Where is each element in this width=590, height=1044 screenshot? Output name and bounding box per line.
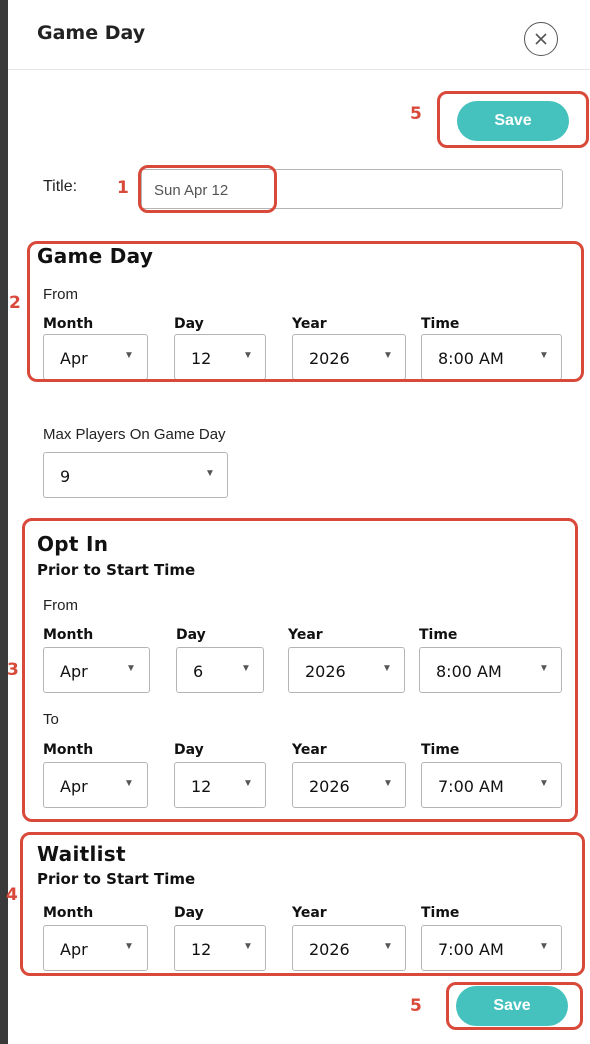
optin-from-year-select[interactable]: 2026 ▼ [288, 647, 405, 693]
save-button-top[interactable]: Save [457, 101, 569, 141]
waitlist-year-select[interactable]: 2026 ▼ [292, 925, 406, 971]
optin-from-month-select[interactable]: Apr ▼ [43, 647, 150, 693]
optin-to-year-label: Year [292, 742, 327, 758]
max-players-select[interactable]: 9 ▼ [43, 452, 228, 498]
annotation-2: 2 [9, 293, 21, 313]
dialog-title: Game Day [37, 22, 146, 44]
waitlist-time-select[interactable]: 7:00 AM ▼ [421, 925, 562, 971]
save-button-bottom[interactable]: Save [456, 986, 568, 1026]
chevron-down-icon: ▼ [539, 941, 549, 952]
chevron-down-icon: ▼ [383, 778, 393, 789]
optin-from-day-select[interactable]: 6 ▼ [176, 647, 264, 693]
chevron-down-icon: ▼ [243, 778, 253, 789]
optin-from-year-label: Year [288, 627, 323, 643]
chevron-down-icon: ▼ [383, 941, 393, 952]
chevron-down-icon: ▼ [382, 663, 392, 674]
max-players-label: Max Players On Game Day [43, 426, 226, 443]
optin-to-time-select[interactable]: 7:00 AM ▼ [421, 762, 562, 808]
max-players-value: 9 [60, 467, 71, 486]
optin-from-month-label: Month [43, 627, 94, 643]
waitlist-year-value: 2026 [309, 940, 350, 959]
optin-to-month-label: Month [43, 742, 94, 758]
optin-to-label: To [43, 711, 59, 728]
optin-from-label: From [43, 597, 78, 614]
optin-from-year-value: 2026 [305, 662, 346, 681]
optin-to-month-select[interactable]: Apr ▼ [43, 762, 148, 808]
optin-to-time-value: 7:00 AM [438, 777, 504, 796]
annotation-5-top: 5 [410, 104, 422, 124]
waitlist-time-label: Time [421, 905, 460, 921]
optin-to-day-select[interactable]: 12 ▼ [174, 762, 266, 808]
waitlist-month-label: Month [43, 905, 94, 921]
optin-from-day-label: Day [176, 627, 206, 643]
chevron-down-icon: ▼ [243, 941, 253, 952]
waitlist-time-value: 7:00 AM [438, 940, 504, 959]
optin-heading: Opt In [37, 532, 109, 556]
chevron-down-icon: ▼ [126, 663, 136, 674]
waitlist-month-value: Apr [60, 940, 88, 959]
optin-from-time-select[interactable]: 8:00 AM ▼ [419, 647, 562, 693]
optin-from-month-value: Apr [60, 662, 88, 681]
waitlist-heading: Waitlist [37, 842, 126, 866]
chevron-down-icon: ▼ [241, 663, 251, 674]
close-button[interactable] [524, 22, 558, 56]
optin-to-year-value: 2026 [309, 777, 350, 796]
optin-to-day-value: 12 [191, 777, 212, 796]
annotation-4: 4 [6, 885, 18, 905]
waitlist-subheading: Prior to Start Time [37, 870, 196, 888]
optin-to-year-select[interactable]: 2026 ▼ [292, 762, 406, 808]
close-icon [535, 33, 547, 45]
annotation-3: 3 [7, 660, 19, 680]
chevron-down-icon: ▼ [539, 663, 549, 674]
chevron-down-icon: ▼ [124, 941, 134, 952]
title-label: Title: [43, 178, 78, 195]
annotation-5-bottom: 5 [410, 996, 422, 1016]
annotation-1: 1 [117, 178, 129, 198]
optin-to-day-label: Day [174, 742, 204, 758]
optin-from-time-label: Time [419, 627, 458, 643]
optin-from-day-value: 6 [193, 662, 204, 681]
waitlist-day-label: Day [174, 905, 204, 921]
optin-from-time-value: 8:00 AM [436, 662, 502, 681]
chevron-down-icon: ▼ [124, 778, 134, 789]
waitlist-year-label: Year [292, 905, 327, 921]
optin-to-time-label: Time [421, 742, 460, 758]
annotation-box-gameday [27, 241, 584, 382]
annotation-box-title [138, 165, 277, 213]
chevron-down-icon: ▼ [205, 468, 215, 479]
chevron-down-icon: ▼ [539, 778, 549, 789]
header-divider [8, 69, 590, 70]
waitlist-month-select[interactable]: Apr ▼ [43, 925, 148, 971]
optin-subheading: Prior to Start Time [37, 561, 196, 579]
optin-to-month-value: Apr [60, 777, 88, 796]
waitlist-day-select[interactable]: 12 ▼ [174, 925, 266, 971]
waitlist-day-value: 12 [191, 940, 212, 959]
